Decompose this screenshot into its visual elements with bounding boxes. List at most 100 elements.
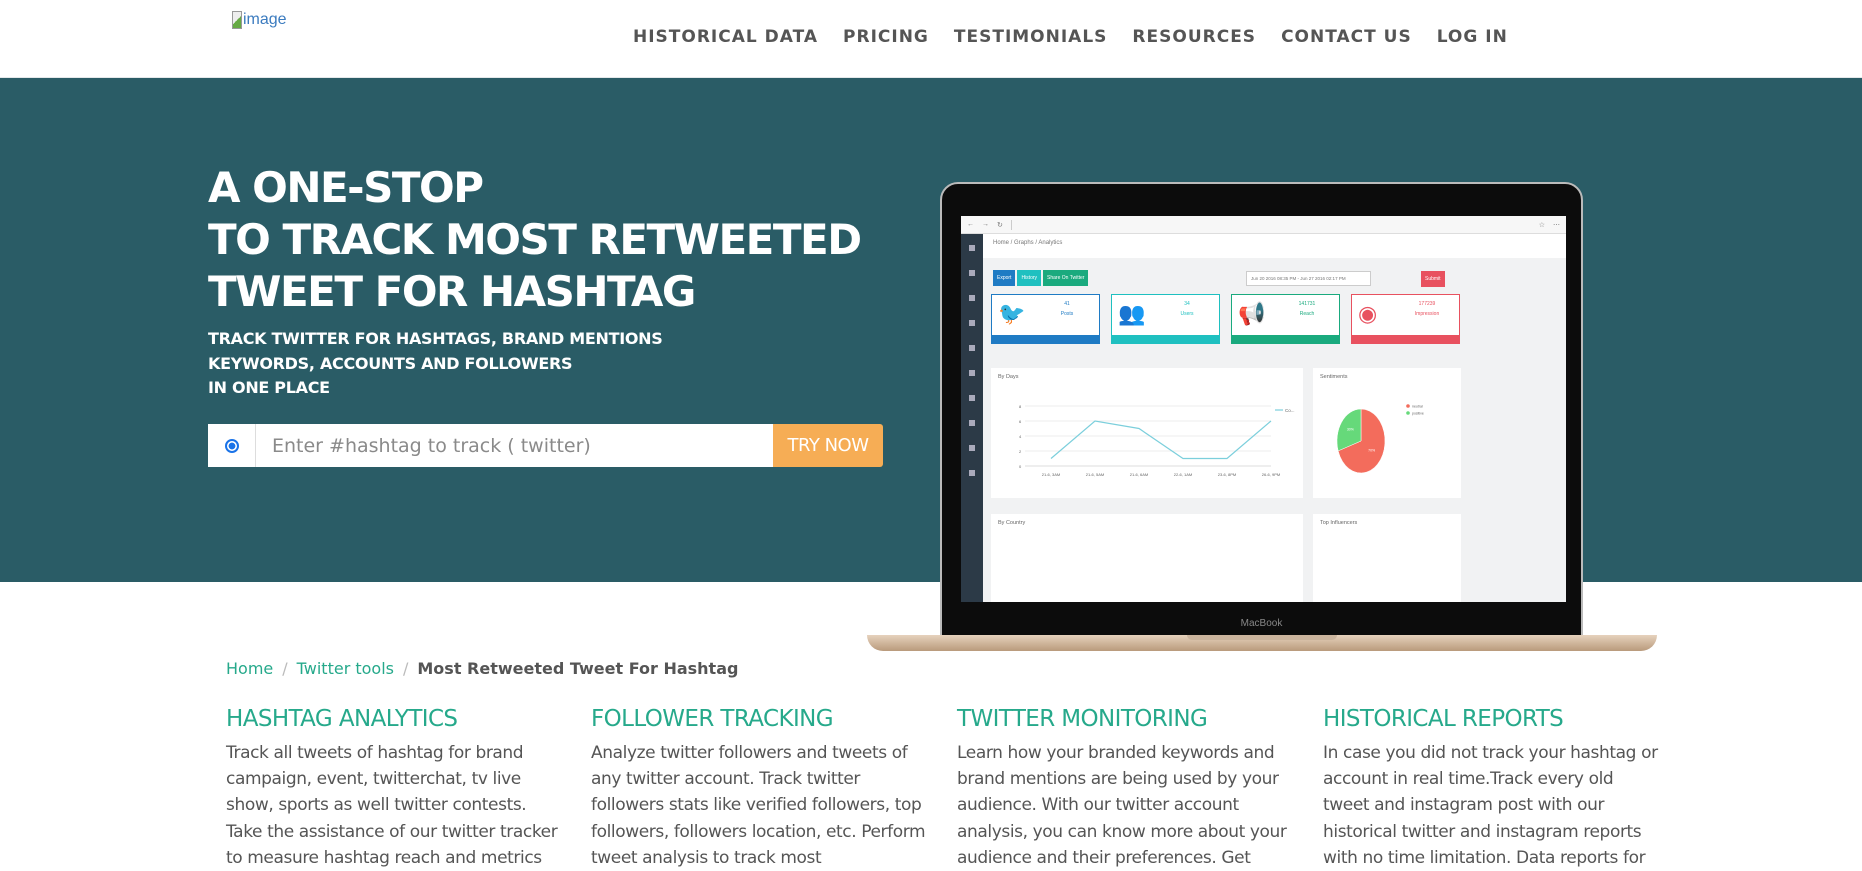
dashboard-breadcrumb: Home / Graphs / Analytics — [993, 240, 1063, 246]
legend-label: neutral — [1412, 405, 1423, 409]
hero-subtitle-line: TRACK TWITTER FOR HASHTAGS, BRAND MENTIO… — [208, 329, 663, 348]
submit-button: Submit — [1421, 271, 1445, 287]
eye-icon: ◉ — [1358, 301, 1378, 326]
breadcrumb: Home / Twitter tools / Most Retweeted Tweet … — [226, 659, 739, 678]
hashtag-search-form: TRY NOW — [208, 424, 883, 467]
feature-follower-tracking: FOLLOWER TRACKING Analyze twitter followe… — [591, 706, 926, 871]
users-icon: 👥 — [1118, 301, 1146, 326]
panel-title: By Days — [998, 374, 1019, 380]
stat-value: 177239 — [1418, 301, 1436, 307]
hero-title-line: TO TRACK MOST RETWEETED — [208, 215, 862, 264]
x-tick-label: 21-6, 6AM — [1130, 472, 1148, 477]
dashboard-sidebar — [961, 234, 983, 602]
by-country-panel: By Country — [991, 514, 1303, 602]
twitter-radio-button[interactable] — [224, 438, 239, 453]
series-line — [1050, 420, 1272, 460]
x-tick-label: 22-6, 1AM — [1174, 472, 1192, 477]
sentiments-panel: Sentiments 70% neutral 30% positive — [1313, 368, 1461, 498]
dashboard-buttons: Export History Share On Twitter — [993, 270, 1089, 286]
twitter-radio-container — [208, 424, 256, 467]
stat-bar — [1232, 335, 1339, 343]
feature-title: HASHTAG ANALYTICS — [226, 706, 458, 732]
nav-resources[interactable]: RESOURCES — [1132, 27, 1256, 47]
stat-label: Users — [1180, 311, 1194, 317]
legend-swatch — [1406, 404, 1410, 408]
hero-title-line: A ONE-STOP — [208, 163, 484, 212]
pie-label: 30% — [1347, 428, 1354, 432]
feature-text: In case you did not track your hashtag o… — [1323, 743, 1658, 868]
nav-contact-us[interactable]: CONTACT US — [1281, 27, 1412, 47]
logo[interactable]: image — [232, 11, 287, 29]
laptop-mockup-image: ← → ↻ ☆ ⋯ Home / Graphs / Analytics Export H… — [940, 182, 1583, 637]
forward-icon: → — [982, 221, 989, 228]
nav-testimonials[interactable]: TESTIMONIALS — [954, 27, 1108, 47]
legend-label: Co... — [1285, 408, 1295, 413]
feature-hashtag-analytics: HASHTAG ANALYTICS Track all tweets of has… — [226, 706, 561, 871]
x-tick-label: 21-6, 3AM — [1042, 472, 1060, 477]
hero-subtitle: TRACK TWITTER FOR HASHTAGS, BRAND MENTIO… — [208, 327, 663, 401]
stat-value: 34 — [1184, 301, 1190, 307]
nav-pricing[interactable]: PRICING — [843, 27, 929, 47]
star-icon: ☆ — [1538, 221, 1545, 229]
nav-log-in[interactable]: LOG IN — [1437, 27, 1508, 47]
main-menu: HISTORICAL DATA PRICING TESTIMONIALS RES… — [633, 27, 1508, 47]
sentiments-pie-chart: 70% neutral 30% positive — [1336, 404, 1424, 474]
y-tick-label: 6 — [1019, 419, 1022, 424]
y-tick-label: 4 — [1019, 434, 1022, 439]
feature-title: FOLLOWER TRACKING — [591, 706, 834, 732]
logo-alt-text: image — [243, 11, 287, 28]
hero-subtitle-line: IN ONE PLACE — [208, 378, 330, 397]
legend-swatch — [1406, 411, 1410, 415]
feature-text: Analyze twitter followers and tweets of … — [591, 743, 926, 868]
top-influencers-panel: Top Influencers — [1313, 514, 1461, 602]
date-range: Jun 20 2016 08:35 PM - Jun 27 2016 02:17… — [1246, 271, 1371, 286]
laptop-base — [867, 635, 1657, 651]
stat-bar — [1352, 335, 1459, 343]
hero-subtitle-line: KEYWORDS, ACCOUNTS AND FOLLOWERS — [208, 353, 573, 373]
hashtag-input[interactable] — [256, 424, 773, 467]
feature-twitter-monitoring: TWITTER MONITORING Learn how your branded… — [957, 706, 1292, 871]
stat-card: 📢 141731 Reach — [1231, 294, 1340, 344]
panel-title: Top Influencers — [1320, 520, 1358, 526]
by-days-panel: By Days 0 2 4 6 8 21-6, 3AM 21-6, 5AM 21-6, 6AM… — [991, 368, 1303, 498]
pie-label: 70% — [1368, 448, 1375, 452]
y-tick-label: 2 — [1019, 449, 1022, 454]
laptop-brand: MacBook — [1240, 618, 1283, 629]
feature-historical-reports: HISTORICAL REPORTS In case you did not tr… — [1323, 706, 1658, 871]
panel-title: Sentiments — [1320, 374, 1348, 380]
stat-cards: 🐦 41 Posts 👥 34 Users 📢 141731 Reach ◉ 177239 Impre… — [991, 294, 1460, 344]
try-now-button[interactable]: TRY NOW — [773, 424, 883, 467]
feature-title: HISTORICAL REPORTS — [1323, 706, 1564, 732]
stat-bar — [992, 335, 1099, 343]
history-button: History — [1017, 270, 1042, 286]
refresh-icon: ↻ — [997, 221, 1003, 229]
panel-title: By Country — [998, 520, 1026, 526]
by-days-line-chart: 0 2 4 6 8 21-6, 3AM 21-6, 5AM 21-6, 6AM 22-6, 1A… — [1019, 404, 1295, 477]
breadcrumb-current: Most Retweeted Tweet For Hashtag — [417, 659, 739, 678]
share-button: Share On Twitter — [1043, 270, 1089, 286]
breadcrumb-home[interactable]: Home — [226, 659, 273, 678]
x-tick-label: 26-6, 9PM — [1262, 472, 1280, 477]
hero-title-line: TWEET FOR HASHTAG — [208, 267, 696, 316]
legend-label: positive — [1412, 412, 1424, 416]
more-icon: ⋯ — [1553, 221, 1560, 229]
top-navbar: image HISTORICAL DATA PRICING TESTIMONIA… — [0, 0, 1862, 78]
stat-card: 👥 34 Users — [1111, 294, 1220, 344]
stat-card: 🐦 41 Posts — [991, 294, 1100, 344]
breadcrumb-twitter-tools[interactable]: Twitter tools — [297, 659, 394, 678]
y-tick-label: 0 — [1019, 464, 1022, 469]
dashboard-screenshot: ← → ↻ ☆ ⋯ Home / Graphs / Analytics Export H… — [961, 216, 1566, 602]
hero-title: A ONE-STOP TO TRACK MOST RETWEETED TWEET… — [208, 162, 862, 318]
browser-bar: ← → ↻ ☆ ⋯ — [961, 216, 1566, 234]
stat-label: Posts — [1060, 311, 1074, 317]
nav-historical-data[interactable]: HISTORICAL DATA — [633, 27, 818, 47]
feature-title: TWITTER MONITORING — [957, 706, 1208, 732]
back-icon: ← — [967, 221, 974, 228]
megaphone-icon: 📢 — [1238, 301, 1266, 326]
feature-text: Track all tweets of hashtag for brand ca… — [226, 743, 558, 868]
stat-value: 141731 — [1298, 301, 1316, 307]
stat-label: Impression — [1414, 311, 1440, 317]
feature-text: Learn how your branded keywords and bran… — [957, 743, 1287, 868]
y-tick-label: 8 — [1019, 404, 1022, 409]
twitter-bird-icon: 🐦 — [998, 301, 1026, 326]
